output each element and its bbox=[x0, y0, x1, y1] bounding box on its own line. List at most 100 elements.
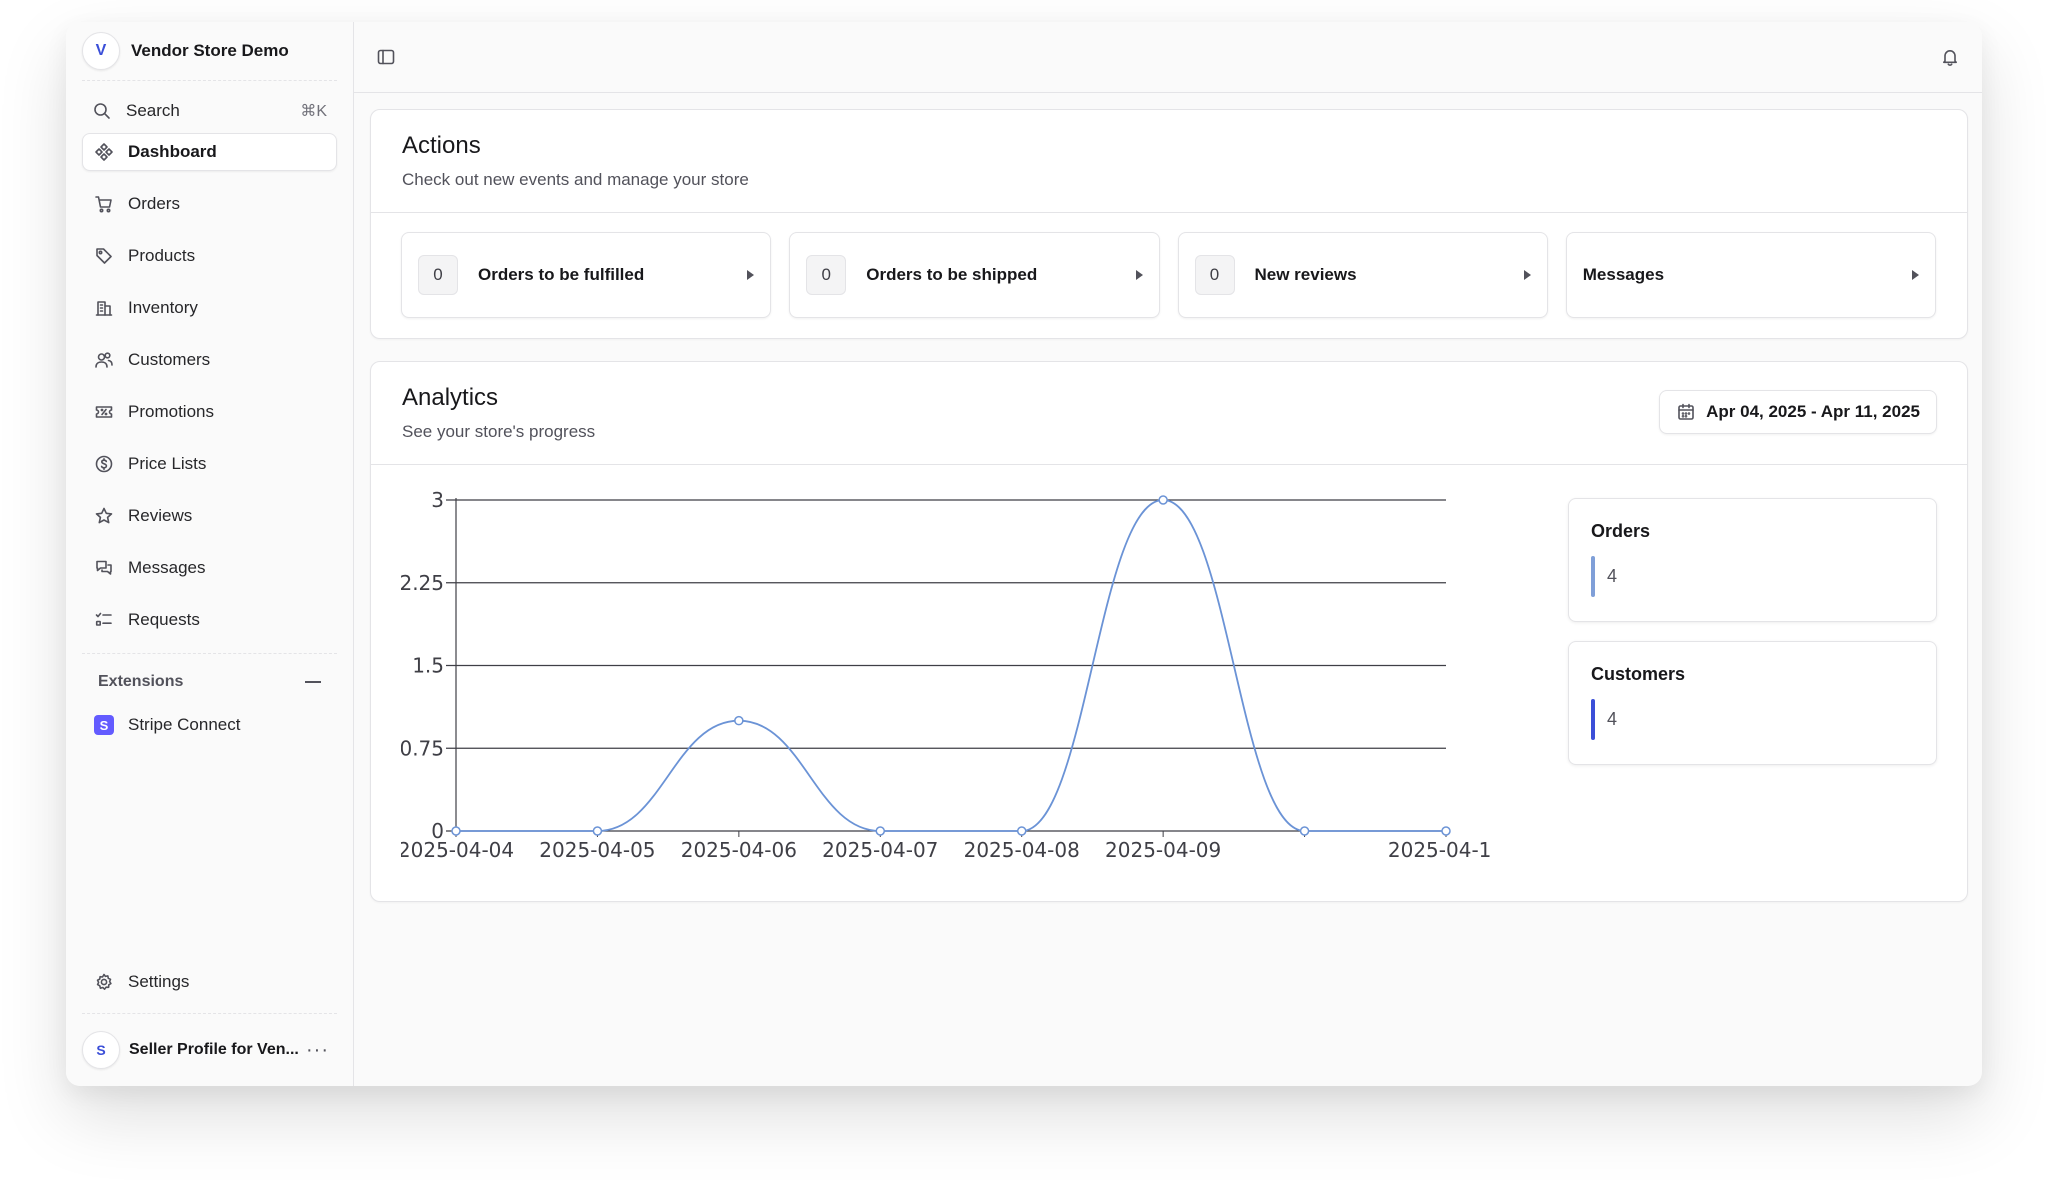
date-range-picker[interactable]: Apr 04, 2025 - Apr 11, 2025 bbox=[1659, 390, 1937, 434]
more-icon[interactable]: ··· bbox=[306, 1039, 329, 1062]
actions-header: Actions Check out new events and manage … bbox=[371, 110, 1967, 213]
store-switcher[interactable]: V Vendor Store Demo bbox=[66, 22, 353, 80]
nav-item-dashboard[interactable]: Dashboard bbox=[82, 133, 337, 171]
stat-color-bar bbox=[1591, 699, 1595, 740]
search-button[interactable]: Search ⌘K bbox=[82, 93, 337, 129]
sidebar-toggle-icon[interactable] bbox=[376, 47, 396, 67]
data-point bbox=[1299, 826, 1310, 836]
users-icon bbox=[94, 350, 114, 370]
analytics-chart: 0 0.75 1.5 2.25 3 2025-04-04 2025-04-05 2025-04… bbox=[398, 474, 1504, 894]
x-tick-label: 2025-04-09 bbox=[1105, 838, 1221, 862]
analytics-header: Analytics See your store's progress Apr … bbox=[371, 362, 1967, 465]
extensions-toggle[interactable]: Extensions bbox=[82, 662, 337, 702]
orders-stat-card: Orders 4 bbox=[1568, 498, 1937, 622]
nav-item-stripe-connect[interactable]: S Stripe Connect bbox=[82, 706, 337, 744]
analytics-card: Analytics See your store's progress Apr … bbox=[370, 361, 1968, 902]
profile-avatar: S bbox=[82, 1031, 120, 1069]
caret-right-icon bbox=[1135, 270, 1143, 280]
x-tick-label: 2025-04-06 bbox=[681, 838, 797, 862]
nav-item-inventory[interactable]: Inventory bbox=[82, 289, 337, 327]
stat-title: Orders bbox=[1591, 521, 1651, 541]
stat-value: 4 bbox=[1607, 566, 1618, 586]
collapse-icon bbox=[305, 681, 321, 683]
main-content: Actions Check out new events and manage … bbox=[354, 22, 1982, 1086]
nav-label: Dashboard bbox=[128, 142, 217, 161]
search-label: Search bbox=[126, 101, 180, 120]
nav-label: Stripe Connect bbox=[128, 715, 241, 734]
data-point bbox=[734, 715, 744, 726]
nav-item-requests[interactable]: Requests bbox=[82, 601, 337, 639]
nav-label: Orders bbox=[128, 194, 180, 213]
nav-label: Settings bbox=[128, 972, 190, 991]
gear-icon bbox=[94, 972, 114, 992]
tile-label: Orders to be shipped bbox=[866, 265, 1038, 284]
y-tick-label: 0.75 bbox=[401, 736, 444, 760]
calendar-icon bbox=[1676, 402, 1696, 422]
nav-item-promotions[interactable]: Promotions bbox=[82, 393, 337, 431]
data-point bbox=[451, 826, 461, 836]
count-badge: 0 bbox=[806, 255, 847, 295]
extensions-label: Extensions bbox=[98, 673, 184, 690]
building-icon bbox=[94, 298, 114, 318]
main-nav: Dashboard Orders Products Inventory Cust… bbox=[66, 133, 353, 639]
data-point bbox=[1158, 495, 1168, 505]
tile-new-reviews[interactable]: 0 New reviews bbox=[1177, 232, 1548, 318]
data-point bbox=[1016, 826, 1027, 836]
x-tick-label: 2025-04-07 bbox=[822, 838, 938, 862]
search-icon bbox=[92, 101, 112, 121]
store-name: Vendor Store Demo bbox=[131, 41, 289, 60]
nav-item-products[interactable]: Products bbox=[82, 237, 337, 275]
date-range-label: Apr 04, 2025 - Apr 11, 2025 bbox=[1706, 402, 1920, 421]
customers-stat-card: Customers 4 bbox=[1568, 641, 1937, 765]
x-tick-label: 2025-04-05 bbox=[539, 838, 655, 862]
topbar bbox=[354, 22, 1982, 93]
data-point bbox=[592, 826, 603, 836]
search-shortcut: ⌘K bbox=[300, 103, 327, 120]
nav-label: Promotions bbox=[128, 402, 214, 421]
nav-label: Products bbox=[128, 246, 196, 265]
checklist-icon bbox=[94, 610, 114, 630]
dashboard-icon bbox=[94, 142, 114, 162]
tile-orders-to-ship[interactable]: 0 Orders to be shipped bbox=[789, 232, 1160, 318]
nav-label: Messages bbox=[128, 558, 206, 577]
chat-bubbles-icon bbox=[94, 558, 114, 578]
tile-label: New reviews bbox=[1254, 265, 1357, 284]
sidebar-footer: Settings S Seller Profile for Ven... ··· bbox=[66, 963, 353, 1086]
y-tick-label: 3 bbox=[431, 488, 444, 512]
nav-label: Requests bbox=[128, 610, 200, 629]
stat-value: 4 bbox=[1607, 709, 1618, 729]
stat-title: Customers bbox=[1591, 664, 1686, 684]
count-badge: 0 bbox=[418, 255, 458, 295]
line-chart: 00.751.52.2532025-04-04 2025-04-05 2025-04… bbox=[398, 488, 1504, 862]
stripe-icon: S bbox=[94, 715, 114, 735]
seller-profile-menu[interactable]: S Seller Profile for Ven... ··· bbox=[66, 1014, 353, 1086]
tile-orders-to-fulfill[interactable]: 0 Orders to be fulfilled bbox=[401, 232, 772, 318]
data-point bbox=[875, 826, 886, 836]
y-tick-label: 2.25 bbox=[401, 571, 444, 595]
sidebar: V Vendor Store Demo Search ⌘K Dashboard bbox=[66, 22, 354, 1086]
tile-label: Messages bbox=[1582, 265, 1665, 284]
nav-label: Reviews bbox=[128, 506, 193, 525]
nav-item-reviews[interactable]: Reviews bbox=[82, 497, 337, 535]
app-window: V Vendor Store Demo Search ⌘K Dashboard bbox=[66, 22, 1982, 1086]
actions-title: Actions bbox=[402, 132, 481, 159]
actions-subtitle: Check out new events and manage your sto… bbox=[402, 170, 749, 189]
y-tick-label: 1.5 bbox=[412, 654, 444, 678]
x-tick-label: 2025-04-04 bbox=[401, 838, 514, 862]
bell-icon[interactable] bbox=[1940, 47, 1960, 67]
count-badge: 0 bbox=[1194, 255, 1235, 295]
x-tick-label: 2025-04-11 bbox=[1388, 838, 1491, 862]
cart-icon bbox=[94, 194, 114, 214]
caret-right-icon bbox=[1523, 270, 1531, 280]
nav-label: Price Lists bbox=[128, 454, 207, 473]
nav-item-customers[interactable]: Customers bbox=[82, 341, 337, 379]
nav-item-orders[interactable]: Orders bbox=[82, 185, 337, 223]
nav-item-price-lists[interactable]: Price Lists bbox=[82, 445, 337, 483]
store-avatar: V bbox=[82, 32, 120, 70]
tag-icon bbox=[94, 246, 114, 266]
nav-item-messages[interactable]: Messages bbox=[82, 549, 337, 587]
tile-messages[interactable]: Messages bbox=[1565, 232, 1936, 318]
nav-item-settings[interactable]: Settings bbox=[82, 963, 337, 1001]
action-tiles: 0 Orders to be fulfilled 0 Orders to be … bbox=[371, 213, 1967, 318]
caret-right-icon bbox=[1912, 270, 1919, 280]
